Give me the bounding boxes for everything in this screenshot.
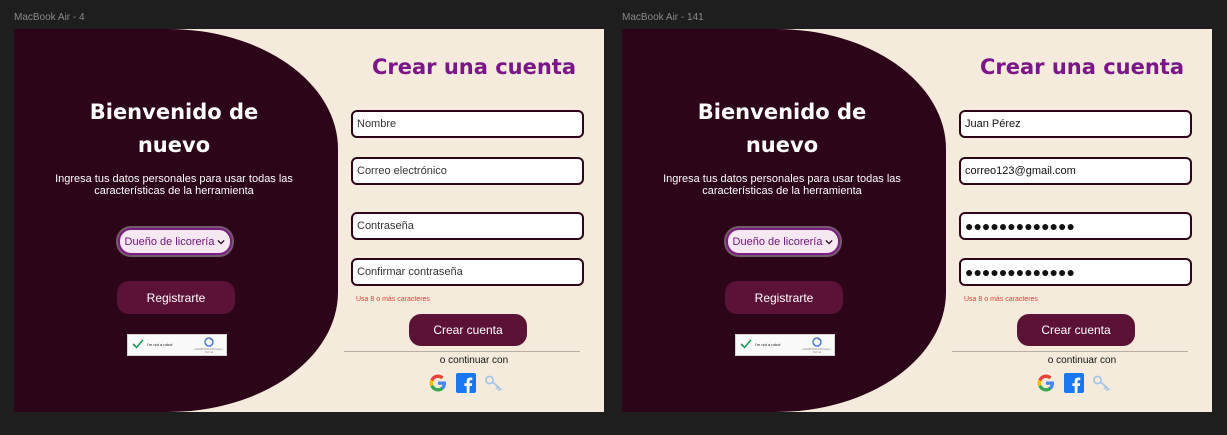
role-select[interactable]: Dueño de licorería [118,228,232,255]
signup-frame: Bienvenido de nuevo Ingresa tus datos pe… [14,29,604,412]
name-field[interactable]: Nombre [351,110,584,138]
create-account-button[interactable]: Crear cuenta [1017,314,1135,346]
password-field[interactable]: ●●●●●●●●●●●●● [959,212,1192,240]
recaptcha-brand: reCAPTCHA Privacy - Terms [802,347,832,354]
create-account-button[interactable]: Crear cuenta [409,314,527,346]
welcome-subtitle: Ingresa tus datos personales para usar t… [663,173,901,197]
welcome-panel: Bienvenido de nuevo Ingresa tus datos pe… [14,29,338,412]
google-icon[interactable] [1036,373,1056,393]
chevron-down-icon [825,239,834,245]
facebook-icon[interactable] [1064,373,1084,393]
divider [344,351,580,352]
welcome-title-line1: Bienvenido de [697,100,867,124]
recaptcha-logo-icon [204,337,214,347]
signup-frame-filled: Bienvenido de nuevo Ingresa tus datos pe… [622,29,1212,412]
recaptcha-brand: reCAPTCHA Privacy - Terms [194,347,224,354]
confirm-password-field[interactable]: ●●●●●●●●●●●●● [959,258,1192,286]
recaptcha-label: I'm not a robot [755,342,781,347]
recaptcha-label: I'm not a robot [147,342,173,347]
chevron-down-icon [217,239,226,245]
register-button[interactable]: Registrarte [117,281,235,314]
welcome-title: Bienvenido de nuevo [622,96,942,162]
checkmark-icon [132,339,144,349]
form-title: Crear una cuenta [371,55,577,79]
welcome-title-line1: Bienvenido de [89,100,259,124]
alt-signin-text: o continuar con [439,355,509,366]
register-button[interactable]: Registrarte [725,281,843,314]
frame-label: MacBook Air - 141 [622,12,704,23]
role-select-value: Dueño de licorería [732,235,823,248]
frame-label: MacBook Air - 4 [14,12,85,23]
password-hint: Usa 8 o más caracteres [964,296,1038,303]
divider [952,351,1188,352]
email-field[interactable]: correo123@gmail.com [959,157,1192,185]
welcome-title-line2: nuevo [745,133,819,157]
password-field[interactable]: Contraseña [351,212,584,240]
name-field[interactable]: Juan Pérez [959,110,1192,138]
confirm-password-field[interactable]: Confirmar contraseña [351,258,584,286]
alt-signin-text: o continuar con [1047,355,1117,366]
welcome-title-line2: nuevo [137,133,211,157]
key-icon[interactable] [1092,373,1112,393]
recaptcha-logo-icon [812,337,822,347]
welcome-subtitle: Ingresa tus datos personales para usar t… [55,173,293,197]
welcome-title: Bienvenido de nuevo [14,96,334,162]
checkmark-icon [740,339,752,349]
google-icon[interactable] [428,373,448,393]
recaptcha-widget[interactable]: I'm not a robot reCAPTCHA Privacy - Term… [735,334,835,356]
recaptcha-widget[interactable]: I'm not a robot reCAPTCHA Privacy - Term… [127,334,227,356]
facebook-icon[interactable] [456,373,476,393]
role-select-value: Dueño de licorería [124,235,215,248]
form-title: Crear una cuenta [979,55,1185,79]
email-field[interactable]: Correo electrónico [351,157,584,185]
welcome-panel: Bienvenido de nuevo Ingresa tus datos pe… [622,29,946,412]
role-select[interactable]: Dueño de licorería [726,228,840,255]
key-icon[interactable] [484,373,504,393]
password-hint: Usa 8 o más caracteres [356,296,430,303]
